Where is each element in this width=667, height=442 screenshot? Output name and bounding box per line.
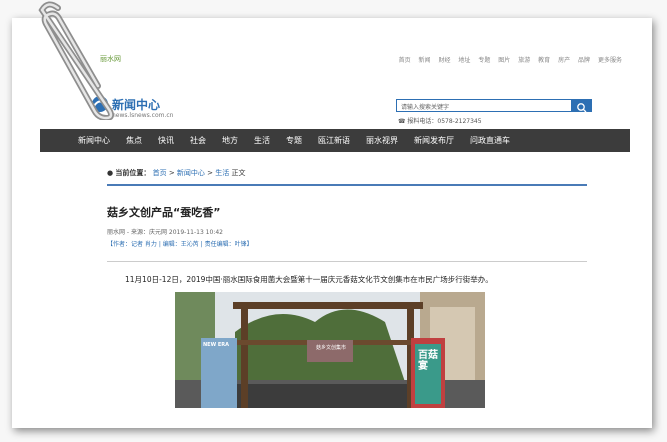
article-meta: 丽水网 - 来源：庆元网 2019-11-13 10:42	[107, 229, 223, 236]
nav-item[interactable]: 问政直通车	[470, 135, 510, 146]
paperclip-icon	[38, 1, 114, 120]
nav-item[interactable]: 新闻发布厅	[414, 135, 454, 146]
photo-banner-right-text: 百菇宴	[418, 350, 438, 372]
logo-url: news.lsnews.com.cn	[112, 112, 174, 119]
top-link[interactable]: 地址	[458, 57, 470, 64]
breadcrumb-separator: >	[168, 169, 175, 177]
top-link[interactable]: 首页	[399, 57, 411, 64]
screenshot-stage: 丽水网 首页 新闻 财经 地址 专题 图片 旅游 教育 房产 品牌 更多服务 新…	[0, 0, 667, 442]
site-header: 新闻中心 news.lsnews.com.cn 请输入搜索关键字 ☎ 报料电话：…	[40, 66, 630, 126]
breadcrumb-life[interactable]: 生活	[215, 169, 229, 177]
search-icon	[577, 103, 587, 113]
photo-sign-text: 菇乡文创集市	[315, 345, 346, 351]
top-link[interactable]: 图片	[498, 57, 510, 64]
nav-item[interactable]: 丽水视界	[366, 135, 398, 146]
breadcrumb-news-center[interactable]: 新闻中心	[177, 169, 205, 177]
top-links: 首页 新闻 财经 地址 专题 图片 旅游 教育 房产 品牌 更多服务	[393, 55, 622, 64]
nav-item[interactable]: 地方	[222, 135, 238, 146]
article-title: 菇乡文创产品“蚕吃香”	[107, 206, 221, 219]
photo-banner-left-text: NEW ERA	[203, 342, 229, 348]
breadcrumb-separator: >	[207, 169, 214, 177]
article-authors: 【作者：记者 肖力 | 编辑：王沁芮 | 责任编辑：叶锋】	[107, 241, 253, 248]
article-photo[interactable]: 菇乡文创集市 NEW ERA 百菇宴	[175, 292, 485, 408]
top-link[interactable]: 教育	[538, 57, 550, 64]
top-link[interactable]: 新闻	[419, 57, 431, 64]
nav-item[interactable]: 专题	[286, 135, 302, 146]
top-link[interactable]: 专题	[478, 57, 490, 64]
phone-icon: ☎	[398, 118, 406, 125]
top-link[interactable]: 品牌	[578, 57, 590, 64]
main-nav: 新闻中心 焦点 快讯 社会 地方 生活 专题 瓯江新语 丽水视界 新闻发布厅 问…	[40, 129, 630, 152]
article-lead: 11月10日-12日，2019中国·丽水国际食用菌大会暨第十一届庆元香菇文化节文…	[125, 275, 493, 284]
top-link[interactable]: 旅游	[518, 57, 530, 64]
nav-item[interactable]: 社会	[190, 135, 206, 146]
breadcrumb-home[interactable]: 首页	[153, 169, 167, 177]
top-bar: 丽水网 首页 新闻 财经 地址 专题 图片 旅游 教育 房产 品牌 更多服务	[40, 52, 630, 66]
search-button[interactable]	[572, 99, 592, 113]
nav-item[interactable]: 瓯江新语	[318, 135, 350, 146]
nav-item[interactable]: 新闻中心	[78, 135, 110, 146]
top-link[interactable]: 房产	[558, 57, 570, 64]
breadcrumb-dot-icon: ●	[107, 169, 114, 177]
breadcrumb: ● 当前位置： 首页 > 新闻中心 > 生活 正文	[107, 168, 587, 186]
article-divider	[107, 261, 587, 262]
nav-item[interactable]: 焦点	[126, 135, 142, 146]
breadcrumb-current: 正文	[231, 169, 246, 177]
tip-phone: ☎ 报料电话：0578-2127345	[398, 116, 482, 125]
search-input[interactable]: 请输入搜索关键字	[396, 99, 572, 112]
nav-item[interactable]: 快讯	[158, 135, 174, 146]
breadcrumb-label: 当前位置：	[115, 169, 151, 177]
top-link[interactable]: 财经	[438, 57, 450, 64]
phone-text: 报料电话：0578-2127345	[407, 118, 482, 125]
nav-item[interactable]: 生活	[254, 135, 270, 146]
top-link[interactable]: 更多服务	[598, 57, 622, 64]
